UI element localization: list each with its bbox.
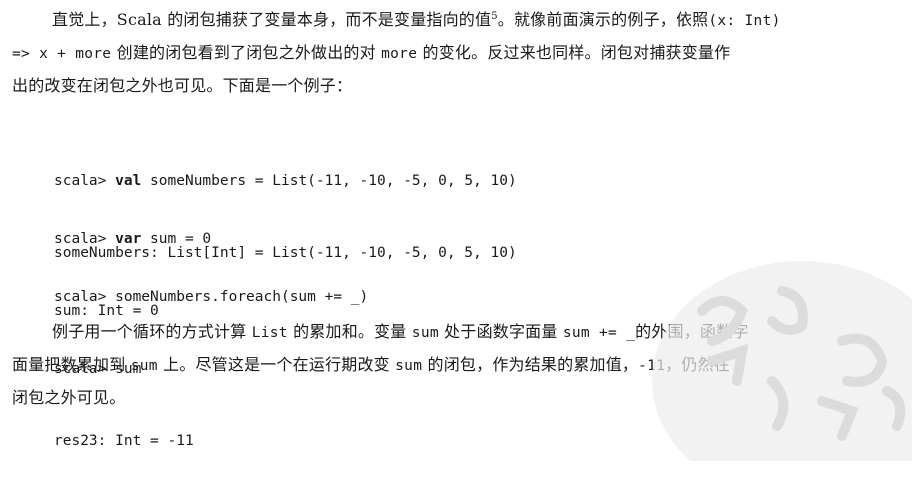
paragraph-line: 面量把数累加到 sum 上。尽管这是一个在运行期改变 sum 的闭包，作为结果的… bbox=[12, 348, 900, 381]
text-run: 创建的闭包看到了闭包之外做出的对 bbox=[111, 43, 382, 62]
paragraph-explanation: 例子用一个循环的方式计算 List 的累加和。变量 sum 处于函数字面量 su… bbox=[12, 315, 900, 414]
text-run: 的变化。反过来也同样。闭包对捕获变量作 bbox=[417, 43, 731, 62]
text-run: 闭包之外可见。 bbox=[12, 388, 126, 407]
text-run: 例子用一个循环的方式计算 bbox=[52, 322, 252, 341]
text-run: 处于函数字面量 bbox=[438, 322, 563, 341]
text-run: 。就像前面演示的例子，依照 bbox=[497, 10, 709, 29]
inline-code: sum bbox=[130, 358, 158, 374]
inline-code: List bbox=[251, 325, 288, 341]
document-page: 直觉上，Scala 的闭包捕获了变量本身，而不是变量指向的值5。就像前面演示的例… bbox=[0, 0, 912, 461]
inline-code: sum += _ bbox=[562, 325, 636, 341]
text-run: 的累加和。变量 bbox=[287, 322, 412, 341]
text-run: 面量把数累加到 bbox=[12, 355, 131, 374]
text-run: 的外围，函数字 bbox=[635, 322, 749, 341]
inline-code: sum bbox=[395, 358, 423, 374]
paragraph-intro: 直觉上，Scala 的闭包捕获了变量本身，而不是变量指向的值5。就像前面演示的例… bbox=[12, 3, 900, 102]
paragraph-line: 出的改变在闭包之外也可见。下面是一个例子： bbox=[12, 69, 900, 102]
inline-code: sum bbox=[411, 325, 439, 341]
text-run: 上。尽管这是一个在运行期改变 bbox=[157, 355, 396, 374]
text-run: ，仍然在 bbox=[665, 355, 731, 374]
text-run: 直觉上，Scala 的闭包捕获了变量本身，而不是变量指向的值 bbox=[52, 10, 492, 29]
paragraph-line: 闭包之外可见。 bbox=[12, 381, 900, 414]
code-output: res23: Int = -11 bbox=[54, 433, 194, 449]
paragraph-line: => x + more 创建的闭包看到了闭包之外做出的对 more 的变化。反过… bbox=[12, 36, 900, 69]
paragraph-line: 例子用一个循环的方式计算 List 的累加和。变量 sum 处于函数字面量 su… bbox=[12, 315, 900, 348]
text-run: 的闭包，作为结果的累加值， bbox=[422, 355, 639, 374]
paragraph-line: 直觉上，Scala 的闭包捕获了变量本身，而不是变量指向的值5。就像前面演示的例… bbox=[12, 3, 900, 36]
text-run: 出的改变在闭包之外也可见。下面是一个例子： bbox=[12, 76, 353, 95]
inline-code: => x + more bbox=[12, 46, 112, 62]
inline-code: more bbox=[381, 46, 418, 62]
code-line: scala> someNumbers.foreach(sum += _) bbox=[54, 289, 369, 305]
inline-code: (x: Int) bbox=[708, 13, 781, 29]
inline-code: -11 bbox=[638, 358, 666, 374]
